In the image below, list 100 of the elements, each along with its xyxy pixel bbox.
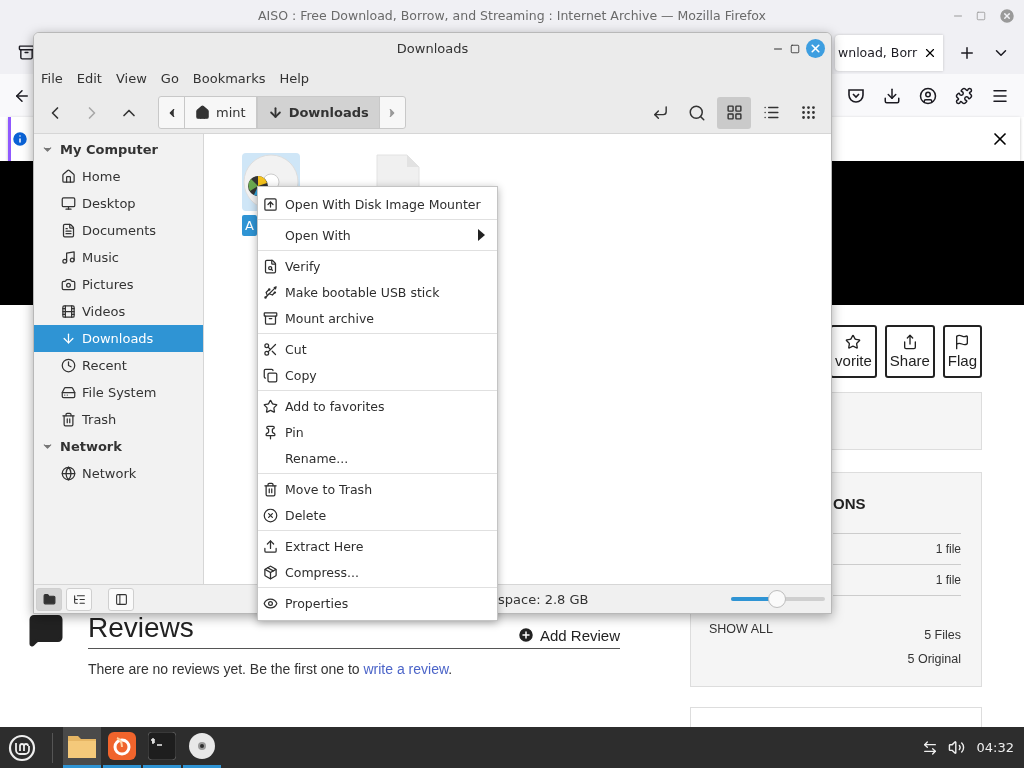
menu-item[interactable]: Open With [258, 222, 497, 248]
tree-button[interactable] [66, 587, 92, 611]
sidebar-item[interactable]: File System [34, 379, 203, 406]
action-button[interactable]: Flag [942, 325, 982, 378]
circle-x-icon [262, 507, 278, 523]
window-title: Downloads [396, 41, 469, 56]
magnifier-page-icon [262, 258, 278, 274]
menu-item[interactable]: Delete [258, 502, 497, 528]
extensions-icon[interactable] [955, 86, 973, 105]
slider-thumb[interactable] [768, 590, 787, 608]
menu-item[interactable]: Compress... [258, 559, 497, 585]
sidebar-item[interactable]: Pictures [34, 271, 203, 298]
action-button[interactable]: Share [884, 325, 935, 378]
path-crumb[interactable]: mint [184, 97, 257, 128]
view-button[interactable] [717, 96, 751, 129]
eject-box-icon [262, 196, 278, 212]
usb-icon [262, 284, 278, 300]
disc-icon [188, 732, 216, 760]
close-icon [809, 42, 822, 55]
home-icon [195, 105, 210, 120]
trash-icon [262, 481, 278, 497]
menu-item[interactable]: Extract Here [258, 533, 497, 559]
sidebar-item[interactable]: Network [34, 460, 203, 487]
menu-item[interactable]: Make bootable USB stick [258, 279, 497, 305]
mint-logo-icon[interactable] [8, 733, 36, 762]
tab-overview-icon[interactable] [17, 44, 35, 62]
sidebar-section[interactable]: Network [34, 433, 203, 460]
folder-icon [67, 733, 97, 759]
share-icon [901, 334, 918, 350]
menu-item[interactable]: Cut [258, 336, 497, 362]
menu-item[interactable]: View [108, 70, 154, 86]
add-review-link[interactable]: Add Review [516, 626, 620, 644]
pin-icon [262, 424, 278, 440]
menu-item[interactable]: Help [272, 70, 317, 86]
account-icon[interactable] [919, 86, 937, 105]
total-count: 5 Files [924, 628, 961, 642]
menu-item[interactable]: Bookmarks [185, 70, 273, 86]
sidebar-item[interactable]: Music [34, 244, 203, 271]
path-crumb[interactable]: Downloads [256, 97, 380, 128]
window-title: AISO : Free Download, Borrow, and Streaming : Internet Archive — Mozilla Firefox [258, 8, 766, 24]
clock-icon [61, 358, 76, 373]
upload-icon [262, 538, 278, 554]
eye-icon [262, 595, 278, 611]
package-icon [262, 564, 278, 580]
taskbar-app-button[interactable] [63, 727, 101, 768]
home-icon [61, 169, 76, 184]
plus-icon [516, 626, 535, 644]
menu-item[interactable]: Pin [258, 419, 497, 445]
sidebar-item[interactable]: Recent [34, 352, 203, 379]
menu-item[interactable]: Copy [258, 362, 497, 388]
menu-item[interactable]: Open With Disk Image Mounter [258, 191, 497, 217]
network-icon[interactable] [921, 739, 938, 756]
trash-icon [61, 412, 76, 427]
menu-item[interactable]: Move to Trash [258, 476, 497, 502]
scissors-icon [262, 341, 278, 357]
flag-icon [954, 334, 971, 350]
down-arrow-icon [267, 105, 283, 120]
total-count: 5 Original [907, 652, 961, 666]
sidebar-section[interactable]: My Computer [34, 136, 203, 163]
menu-item[interactable]: Rename... [258, 445, 497, 471]
fox-logo-icon [108, 732, 136, 760]
places-button[interactable] [36, 587, 62, 611]
monitor-icon [61, 196, 76, 211]
zoom-slider[interactable] [731, 589, 825, 609]
folder-icon [42, 592, 56, 606]
show-all-link[interactable]: SHOW ALL [709, 622, 773, 666]
list-icon [762, 104, 780, 121]
free-space-text: space: 2.8 GB [498, 591, 589, 607]
sidebar-item[interactable]: Documents [34, 217, 203, 244]
download-icon[interactable] [883, 86, 901, 105]
dots-grid-icon [799, 104, 817, 121]
submenu-arrow-icon [478, 229, 485, 241]
menu-item[interactable]: Mount archive [258, 305, 497, 331]
sidebar-toggle-button[interactable] [108, 587, 134, 611]
reviews-heading: Reviews [88, 612, 194, 644]
film-icon [61, 304, 76, 319]
info-icon [11, 129, 29, 148]
action-button[interactable]: vorite [830, 325, 877, 378]
copy-icon [262, 367, 278, 383]
document-icon [61, 223, 76, 238]
music-note-icon [61, 250, 76, 265]
pocket-icon[interactable] [847, 86, 865, 105]
sidebar-item[interactable]: Home [34, 163, 203, 190]
menu-item[interactable]: Verify [258, 253, 497, 279]
browser-tab[interactable]: wnload, Borr [835, 34, 943, 71]
archive-icon [262, 310, 278, 326]
sidebar-item[interactable]: Desktop [34, 190, 203, 217]
volume-icon[interactable] [947, 739, 965, 756]
globe-icon [61, 466, 76, 481]
menu-item[interactable]: Go [153, 70, 186, 86]
menu-item[interactable]: File [34, 70, 70, 86]
return-arrow-icon [651, 104, 669, 121]
menu-item[interactable]: Edit [69, 70, 109, 86]
close-button[interactable] [806, 39, 825, 58]
sidebar-item[interactable]: Videos [34, 298, 203, 325]
clock[interactable]: 04:32 [976, 740, 1014, 755]
menu-item[interactable]: Add to favorites [258, 393, 497, 419]
menu-item[interactable]: Properties [258, 590, 497, 616]
maximize-icon[interactable] [790, 43, 800, 54]
sidebar-item[interactable]: Trash [34, 406, 203, 433]
